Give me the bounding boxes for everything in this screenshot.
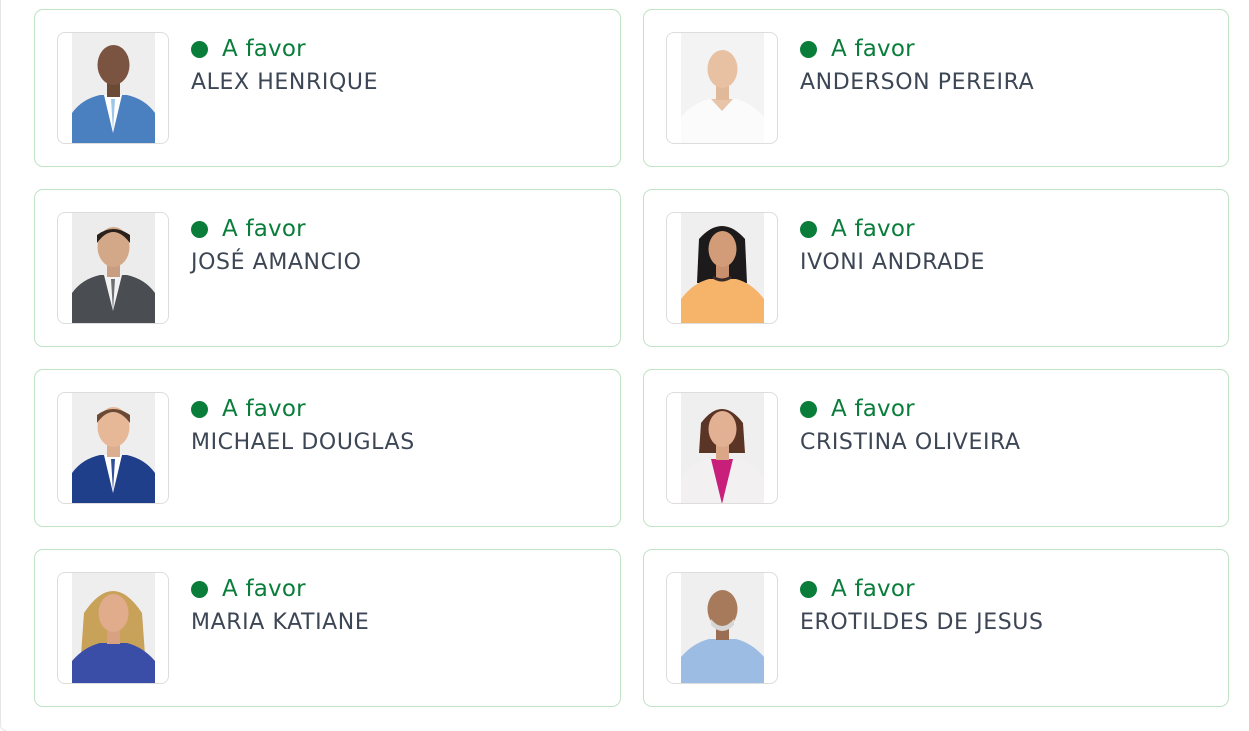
voter-card: A favor MARIA KATIANE <box>34 549 621 707</box>
voter-card: A favor MICHAEL DOUGLAS <box>34 369 621 527</box>
voter-name: EROTILDES DE JESUS <box>800 610 1044 635</box>
voter-name: ANDERSON PEREIRA <box>800 70 1035 95</box>
vote-status: A favor <box>191 34 306 64</box>
vote-label: A favor <box>222 396 306 422</box>
green-dot-icon <box>191 400 208 418</box>
vote-label: A favor <box>222 216 306 242</box>
vote-status: A favor <box>191 214 306 244</box>
green-dot-icon <box>800 40 817 58</box>
vote-label: A favor <box>831 36 915 62</box>
voter-name: IVONI ANDRADE <box>800 250 985 275</box>
voter-card: A favor JOSÉ AMANCIO <box>34 189 621 347</box>
voter-name: MARIA KATIANE <box>191 610 370 635</box>
vote-status: A favor <box>800 34 915 64</box>
voter-photo <box>57 392 169 504</box>
voting-results-page: A favor ALEX HENRIQUE A favor ANDERSON P… <box>0 0 1249 731</box>
voter-photo <box>57 212 169 324</box>
voter-card: A favor ALEX HENRIQUE <box>34 9 621 167</box>
voter-card: A favor IVONI ANDRADE <box>643 189 1229 347</box>
voter-photo <box>57 32 169 144</box>
voter-card: A favor CRISTINA OLIVEIRA <box>643 369 1229 527</box>
vote-status: A favor <box>800 214 915 244</box>
voter-photo <box>666 212 778 324</box>
vote-status: A favor <box>800 394 915 424</box>
voter-photo <box>57 572 169 684</box>
vote-status: A favor <box>800 574 915 604</box>
voter-card: A favor EROTILDES DE JESUS <box>643 549 1229 707</box>
voter-grid: A favor ALEX HENRIQUE A favor ANDERSON P… <box>34 9 1229 707</box>
voter-name: JOSÉ AMANCIO <box>191 250 362 275</box>
voter-name: ALEX HENRIQUE <box>191 70 379 95</box>
vote-label: A favor <box>831 396 915 422</box>
vote-label: A favor <box>831 216 915 242</box>
vote-status: A favor <box>191 574 306 604</box>
green-dot-icon <box>800 220 817 238</box>
green-dot-icon <box>191 580 208 598</box>
voter-photo <box>666 572 778 684</box>
voter-card: A favor ANDERSON PEREIRA <box>643 9 1229 167</box>
green-dot-icon <box>191 220 208 238</box>
vote-label: A favor <box>831 576 915 602</box>
voter-name: CRISTINA OLIVEIRA <box>800 430 1021 455</box>
green-dot-icon <box>191 40 208 58</box>
green-dot-icon <box>800 400 817 418</box>
vote-status: A favor <box>191 394 306 424</box>
green-dot-icon <box>800 580 817 598</box>
panel-border <box>0 0 6 731</box>
voter-photo <box>666 32 778 144</box>
voter-name: MICHAEL DOUGLAS <box>191 430 415 455</box>
voter-photo <box>666 392 778 504</box>
vote-label: A favor <box>222 576 306 602</box>
vote-label: A favor <box>222 36 306 62</box>
